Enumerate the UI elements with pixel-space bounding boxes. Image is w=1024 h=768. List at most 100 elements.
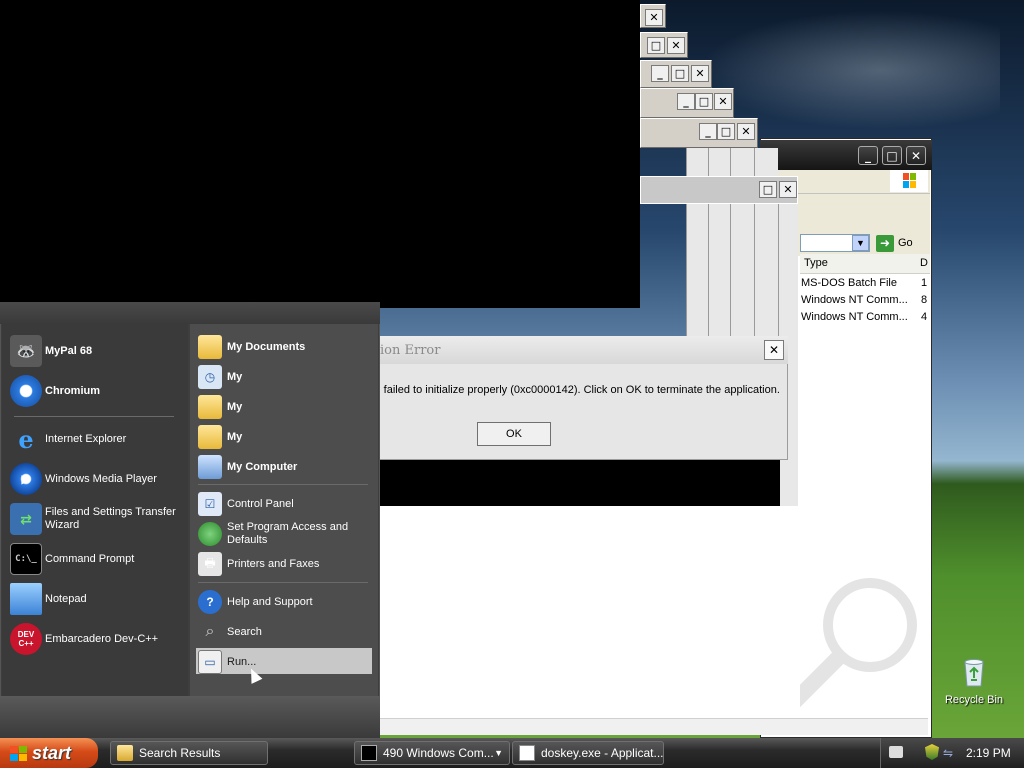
start-item-help[interactable]: ? Help and Support [198, 590, 374, 614]
start-item-notepad[interactable]: Notepad [10, 582, 186, 616]
start-item-program-access[interactable]: Set Program Access and Defaults [198, 520, 374, 548]
close-button[interactable]: ✕ [714, 93, 732, 110]
start-item-label: Control Panel [227, 498, 294, 510]
windows-flag-icon [10, 746, 27, 761]
windows-logo-icon [890, 170, 928, 192]
table-row[interactable]: Windows NT Comm... 4 [801, 311, 927, 323]
column-type[interactable]: Type [804, 257, 828, 269]
chevron-down-icon: ▼ [494, 748, 503, 758]
cascade-window-1[interactable]: ✕ [640, 4, 666, 28]
control-panel-icon: ☑ [198, 492, 222, 516]
close-button[interactable]: ✕ [691, 65, 709, 82]
music-folder-icon [198, 425, 222, 449]
start-item-search[interactable]: ⌕ Search [198, 620, 374, 644]
close-button[interactable]: ✕ [779, 181, 797, 198]
start-item-label: Set Program Access and Defaults [227, 521, 349, 546]
start-item-mypal[interactable]: 🦝 MyPal 68 [10, 334, 186, 368]
keyboard-icon[interactable] [889, 746, 903, 758]
maximize-button[interactable]: □ [647, 37, 665, 54]
desktop-sky [700, 10, 1000, 130]
close-button[interactable]: ✕ [906, 146, 926, 165]
taskbar-button-label: doskey.exe - Applicat... [541, 746, 664, 760]
start-item-internet-explorer[interactable]: e Internet Explorer [10, 422, 186, 456]
start-menu-separator [198, 484, 368, 485]
row-d: 8 [921, 294, 928, 306]
maximize-button[interactable]: □ [882, 146, 902, 165]
minimize-button[interactable]: _ [699, 123, 717, 140]
close-button[interactable]: ✕ [764, 340, 784, 360]
cascade-window-2[interactable]: □ ✕ [640, 32, 688, 58]
window-icon [519, 745, 535, 761]
start-item-my-music[interactable]: My [198, 424, 374, 450]
console-window-body [380, 506, 800, 718]
minimize-button[interactable]: _ [651, 65, 669, 82]
start-label: start [32, 742, 72, 763]
chevron-down-icon[interactable]: ▼ [852, 235, 869, 251]
console-output [380, 460, 780, 506]
toolbar [776, 194, 930, 230]
cascade-window-5[interactable]: _ □ ✕ [640, 118, 758, 148]
clock[interactable]: 2:19 PM [966, 746, 1011, 760]
start-item-media-player[interactable]: ▶ Windows Media Player [10, 462, 186, 496]
search-folder-icon [117, 745, 133, 761]
table-row[interactable]: MS-DOS Batch File 1 [801, 277, 927, 289]
start-item-label: Notepad [45, 593, 87, 605]
start-item-my-pictures[interactable]: My [198, 394, 374, 420]
help-icon: ? [198, 590, 222, 614]
start-item-label: Search [227, 626, 262, 638]
cascade-window-4[interactable]: _ □ ✕ [640, 88, 734, 118]
taskbar-button-label: Search Results [139, 746, 221, 760]
start-item-command-prompt[interactable]: C:\_ Command Prompt [10, 542, 186, 576]
recycle-bin-icon[interactable] [958, 656, 990, 688]
start-item-label: MyPal 68 [45, 345, 93, 357]
start-item-control-panel[interactable]: ☑ Control Panel [198, 492, 374, 516]
go-button[interactable]: ➜ Go [876, 234, 926, 252]
start-item-label: Internet Explorer [45, 433, 127, 445]
cascade-window-3[interactable]: _ □ ✕ [640, 60, 712, 88]
start-item-label: My [227, 401, 243, 413]
taskbar-button-windows-command[interactable]: 490 Windows Com... ▼ [354, 741, 510, 765]
start-item-printers[interactable]: 🖶 Printers and Faxes [198, 552, 374, 576]
program-access-icon [198, 522, 222, 546]
taskbar-button-doskey[interactable]: doskey.exe - Applicat... [512, 741, 664, 765]
maximize-button[interactable]: □ [695, 93, 713, 110]
maximize-button[interactable]: □ [717, 123, 735, 140]
computer-icon [198, 455, 222, 479]
start-item-my-documents[interactable]: My Documents [198, 334, 374, 360]
network-icon[interactable]: ⇋ [943, 746, 957, 760]
recycle-bin-label[interactable]: Recycle Bin [940, 694, 1008, 706]
maximize-button[interactable]: □ [671, 65, 689, 82]
media-player-icon: ▶ [10, 463, 42, 495]
row-d: 4 [921, 311, 928, 323]
horizontal-scrollbar[interactable] [380, 718, 928, 735]
start-item-devcpp[interactable]: DEV C++ Embarcadero Dev-C++ [10, 622, 186, 656]
security-shield-icon[interactable] [925, 744, 939, 760]
start-item-label: Chromium [45, 385, 100, 397]
start-item-transfer-wizard[interactable]: ⇄ Files and Settings Transfer Wizard [10, 502, 186, 536]
ok-button[interactable]: OK [477, 422, 551, 446]
row-type: Windows NT Comm... [801, 294, 908, 306]
maximize-button[interactable]: □ [759, 181, 777, 198]
raccoon-icon: 🦝 [10, 335, 42, 367]
close-button[interactable]: ✕ [667, 37, 685, 54]
minimize-button[interactable]: _ [858, 146, 878, 165]
start-item-my-computer[interactable]: My Computer [198, 454, 374, 480]
close-button[interactable]: ✕ [737, 123, 755, 140]
start-menu-separator [198, 582, 368, 583]
console-icon [361, 745, 377, 761]
table-row[interactable]: Windows NT Comm... 8 [801, 294, 927, 306]
magnifier-watermark-icon [782, 578, 917, 714]
start-item-my-recent[interactable]: ◷ My [198, 364, 374, 390]
minimize-button[interactable]: _ [677, 93, 695, 110]
column-d[interactable]: D [920, 257, 928, 269]
start-menu-header [0, 302, 380, 324]
start-item-label: My [227, 431, 243, 443]
cascade-window-6[interactable]: □ ✕ [640, 176, 798, 204]
start-menu-separator [14, 416, 174, 417]
start-item-run[interactable]: ▭ Run... [198, 650, 374, 674]
taskbar-button-search-results[interactable]: Search Results [110, 741, 268, 765]
close-button[interactable]: ✕ [645, 9, 663, 26]
start-item-chromium[interactable]: Chromium [10, 374, 186, 408]
transfer-icon: ⇄ [10, 503, 42, 535]
start-item-label: My Computer [227, 461, 298, 473]
